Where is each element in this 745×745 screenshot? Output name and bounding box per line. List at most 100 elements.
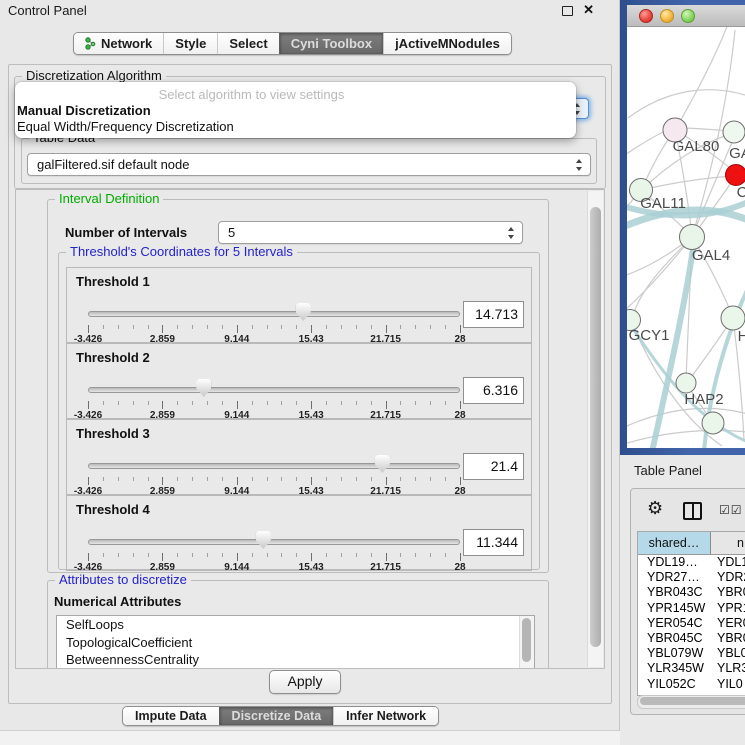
number-of-intervals-value: 5 xyxy=(228,222,235,243)
numerical-attributes-list[interactable]: SelfLoopsTopologicalCoefficientBetweenne… xyxy=(56,615,535,669)
tick-label: 9.144 xyxy=(224,562,249,573)
zoom-traffic-light-icon[interactable] xyxy=(681,9,695,23)
network-node[interactable] xyxy=(676,373,696,393)
table-row[interactable]: YLR345WYLR3 xyxy=(638,661,745,676)
table-row[interactable]: YER054CYER0 xyxy=(638,616,745,631)
network-edge[interactable] xyxy=(628,90,745,118)
scrollbar-thumb[interactable] xyxy=(640,697,745,705)
tab-infer-network[interactable]: Infer Network xyxy=(333,707,438,725)
scrollbar-thumb[interactable] xyxy=(590,207,601,647)
split-view-icon[interactable] xyxy=(683,502,702,520)
threshold-slider[interactable]: -3.4262.8599.14415.4321.71528 xyxy=(88,454,460,492)
attribute-list-item[interactable]: TopologicalCoefficient xyxy=(57,634,534,652)
tab-cyni-toolbox[interactable]: Cyni Toolbox xyxy=(279,33,383,54)
tick-mark xyxy=(311,401,312,409)
float-window-icon[interactable] xyxy=(562,6,573,16)
table-row[interactable]: YDR27…YDR2 xyxy=(638,570,745,585)
attribute-list-item[interactable]: SelfLoops xyxy=(57,616,534,634)
vertical-scrollbar[interactable] xyxy=(587,191,603,667)
network-node[interactable] xyxy=(721,306,745,330)
cell-name[interactable]: YLR3 xyxy=(710,661,745,676)
slider-track[interactable] xyxy=(88,539,460,545)
slider-track[interactable] xyxy=(88,387,460,393)
network-node[interactable] xyxy=(702,412,724,434)
network-window-titlebar[interactable] xyxy=(627,5,745,27)
cell-shared-name[interactable]: YLR345W xyxy=(638,661,710,676)
column-header-shared-name[interactable]: shared… xyxy=(638,532,711,554)
tab-discretize-data[interactable]: Discretize Data xyxy=(219,707,334,725)
tab-label: Style xyxy=(175,36,206,51)
dropdown-item-equal-width-frequency[interactable]: Equal Width/Frequency Discretization xyxy=(17,119,234,134)
table-row[interactable]: YDL19…YDL1 xyxy=(638,555,745,570)
table-row[interactable]: YIL052CYIL0 xyxy=(638,677,745,692)
network-edge[interactable] xyxy=(675,27,728,130)
table-row[interactable]: YPR145WYPR1 xyxy=(638,601,745,616)
attribute-list-item[interactable]: BetweennessCentrality xyxy=(57,651,534,669)
slider-thumb[interactable] xyxy=(196,379,211,397)
tick-mark xyxy=(326,553,327,557)
cell-shared-name[interactable]: YDR27… xyxy=(638,570,710,585)
tab-network[interactable]: Network xyxy=(74,33,163,54)
tab-style[interactable]: Style xyxy=(163,33,217,54)
cell-shared-name[interactable]: YBR045C xyxy=(638,631,710,646)
slider-thumb[interactable] xyxy=(296,303,311,321)
threshold-slider[interactable]: -3.4262.8599.14415.4321.71528 xyxy=(88,378,460,416)
cell-name[interactable]: YER0 xyxy=(710,616,745,631)
tick-mark xyxy=(281,325,282,329)
cell-shared-name[interactable]: YPR145W xyxy=(638,601,710,616)
cell-shared-name[interactable]: YER054C xyxy=(638,616,710,631)
cell-name[interactable]: YBR0 xyxy=(710,585,745,600)
tick-mark xyxy=(118,401,119,405)
cell-shared-name[interactable]: YBL079W xyxy=(638,646,710,661)
threshold-value-field[interactable]: 21.4 xyxy=(463,453,524,480)
threshold-value-field[interactable]: 14.713 xyxy=(463,301,524,328)
group-title: Threshold's Coordinates for 5 Intervals xyxy=(66,245,297,259)
slider-track[interactable] xyxy=(88,311,460,317)
slider-thumb[interactable] xyxy=(256,531,271,549)
number-of-intervals-combo[interactable]: 5 xyxy=(218,221,523,244)
checkbox-columns-icon[interactable]: ☑☑ xyxy=(719,503,743,517)
close-icon[interactable]: ✕ xyxy=(583,2,594,18)
cell-shared-name[interactable]: YBR043C xyxy=(638,585,710,600)
threshold-slider[interactable]: -3.4262.8599.14415.4321.71528 xyxy=(88,530,460,568)
tab-jactivemnodules[interactable]: jActiveMNodules xyxy=(383,33,511,54)
list-scrollbar[interactable] xyxy=(519,616,534,669)
table-data-combo[interactable]: galFiltered.sif default node xyxy=(27,153,591,176)
table-row[interactable]: YBR045CYBR0 xyxy=(638,631,745,646)
dropdown-placeholder-item[interactable]: Select algorithm to view settings xyxy=(15,87,488,102)
cell-name[interactable]: YBR0 xyxy=(710,631,745,646)
table-row[interactable]: YBR043CYBR0 xyxy=(638,585,745,600)
cell-shared-name[interactable]: YIL052C xyxy=(638,677,710,692)
cell-shared-name[interactable]: YDL19… xyxy=(638,555,710,570)
cell-name[interactable]: YBL0 xyxy=(710,646,745,661)
dropdown-item-manual-discretization[interactable]: Manual Discretization xyxy=(17,103,151,118)
node-attribute-table[interactable]: shared… n YDL19…YDL1YDR27…YDR2YBR043CYBR… xyxy=(637,531,745,696)
threshold-slider[interactable]: -3.4262.8599.14415.4321.71528 xyxy=(88,302,460,340)
gear-icon[interactable]: ⚙ xyxy=(647,498,663,519)
tick-mark xyxy=(237,325,238,333)
slider-thumb[interactable] xyxy=(375,455,390,473)
cell-name[interactable]: YDR2 xyxy=(710,570,745,585)
scrollbar-thumb[interactable] xyxy=(522,618,531,662)
tab-select[interactable]: Select xyxy=(217,33,278,54)
threshold-value-field[interactable]: 6.316 xyxy=(463,377,524,404)
cell-name[interactable]: YPR1 xyxy=(710,601,745,616)
table-row[interactable]: YBL079WYBL0 xyxy=(638,646,745,661)
cell-name[interactable]: YDL1 xyxy=(710,555,745,570)
threshold-value-field[interactable]: 11.344 xyxy=(463,529,524,556)
horizontal-scrollbar[interactable] xyxy=(637,695,745,709)
network-node[interactable] xyxy=(726,165,745,186)
column-header-name[interactable]: n xyxy=(711,532,745,554)
tab-impute-data[interactable]: Impute Data xyxy=(123,707,219,725)
cell-name[interactable]: YIL0 xyxy=(710,677,743,692)
network-canvas[interactable]: GAL80GACGAL11GAL4GCY1HHAP2 xyxy=(627,27,745,448)
algorithm-dropdown-popup: Select algorithm to view settings Manual… xyxy=(15,82,576,138)
close-traffic-light-icon[interactable] xyxy=(639,9,653,23)
network-node[interactable] xyxy=(680,225,705,250)
network-edge[interactable] xyxy=(627,408,745,430)
minimize-traffic-light-icon[interactable] xyxy=(660,9,674,23)
tick-label: 15.43 xyxy=(299,562,324,573)
slider-track[interactable] xyxy=(88,463,460,469)
network-node[interactable] xyxy=(723,121,745,143)
apply-button[interactable]: Apply xyxy=(269,670,341,694)
